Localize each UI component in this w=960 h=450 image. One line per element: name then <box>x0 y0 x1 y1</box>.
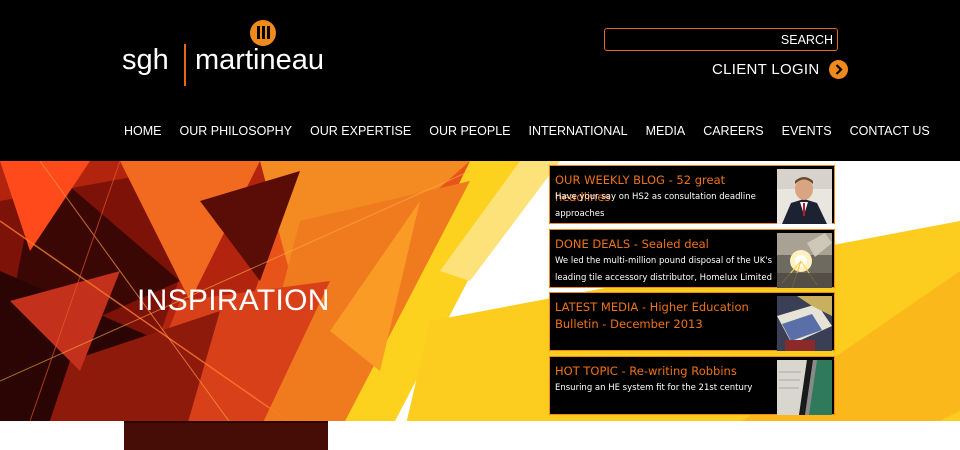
news-card-done-deals[interactable]: DONE DEALS - Sealed deal We led the mult… <box>549 229 835 288</box>
news-card-description: We led the multi-million pound disposal … <box>555 256 773 283</box>
man-in-suit-photo <box>777 169 832 224</box>
nav-item-our-philosophy[interactable]: OUR PHILOSOPHY <box>180 124 293 142</box>
nav-item-contact-us[interactable]: CONTACT US <box>850 124 930 142</box>
search-box: SEARCH <box>604 28 838 51</box>
logo-text-martineau: martineau <box>195 44 324 76</box>
nav-item-international[interactable]: INTERNATIONAL <box>529 124 628 142</box>
nav-item-media[interactable]: MEDIA <box>646 124 686 142</box>
client-login-link[interactable]: CLIENT LOGIN <box>712 58 848 80</box>
pen-on-paper-photo <box>777 360 832 415</box>
logo-text-sgh: sgh <box>122 44 169 76</box>
machinery-sparks-photo <box>777 233 832 288</box>
nav-item-home[interactable]: HOME <box>124 124 162 142</box>
news-card-title: HOT TOPIC - Re-writing Robbins <box>555 364 737 378</box>
search-input[interactable] <box>609 31 769 47</box>
hero-title: INSPIRATION <box>137 284 330 317</box>
brand-logo[interactable]: sgh martineau <box>122 14 352 86</box>
news-card-latest-media[interactable]: LATEST MEDIA - Higher Education Bulletin… <box>549 292 835 351</box>
search-button[interactable]: SEARCH <box>777 29 837 50</box>
news-card-hot-topic[interactable]: HOT TOPIC - Re-writing Robbins Ensuring … <box>549 356 835 415</box>
main-nav: HOME OUR PHILOSOPHY OUR EXPERTISE OUR PE… <box>124 124 948 142</box>
nav-item-events[interactable]: EVENTS <box>782 124 832 142</box>
arrow-right-icon <box>828 59 848 79</box>
news-card-description: Ensuring an HE system fit for the 21st c… <box>555 383 753 393</box>
news-card-title: DONE DEALS - Sealed deal <box>555 237 709 251</box>
logo-divider <box>184 44 186 86</box>
news-card-description: Have your say on HS2 as consultation dea… <box>555 192 756 219</box>
news-card-weekly-blog[interactable]: OUR WEEKLY BLOG - 52 great headlines Hav… <box>549 165 835 224</box>
newsletter-pages-photo <box>777 296 832 351</box>
client-login-label: CLIENT LOGIN <box>712 60 820 78</box>
nav-item-our-people[interactable]: OUR PEOPLE <box>429 124 510 142</box>
nav-item-our-expertise[interactable]: OUR EXPERTISE <box>310 124 411 142</box>
logo-badge-icon <box>250 20 276 46</box>
news-card-title: LATEST MEDIA - Higher Education Bulletin… <box>555 300 749 331</box>
site-header: sgh martineau SEARCH CLIENT LOGIN HOME O… <box>0 0 960 161</box>
nav-item-careers[interactable]: CAREERS <box>703 124 763 142</box>
